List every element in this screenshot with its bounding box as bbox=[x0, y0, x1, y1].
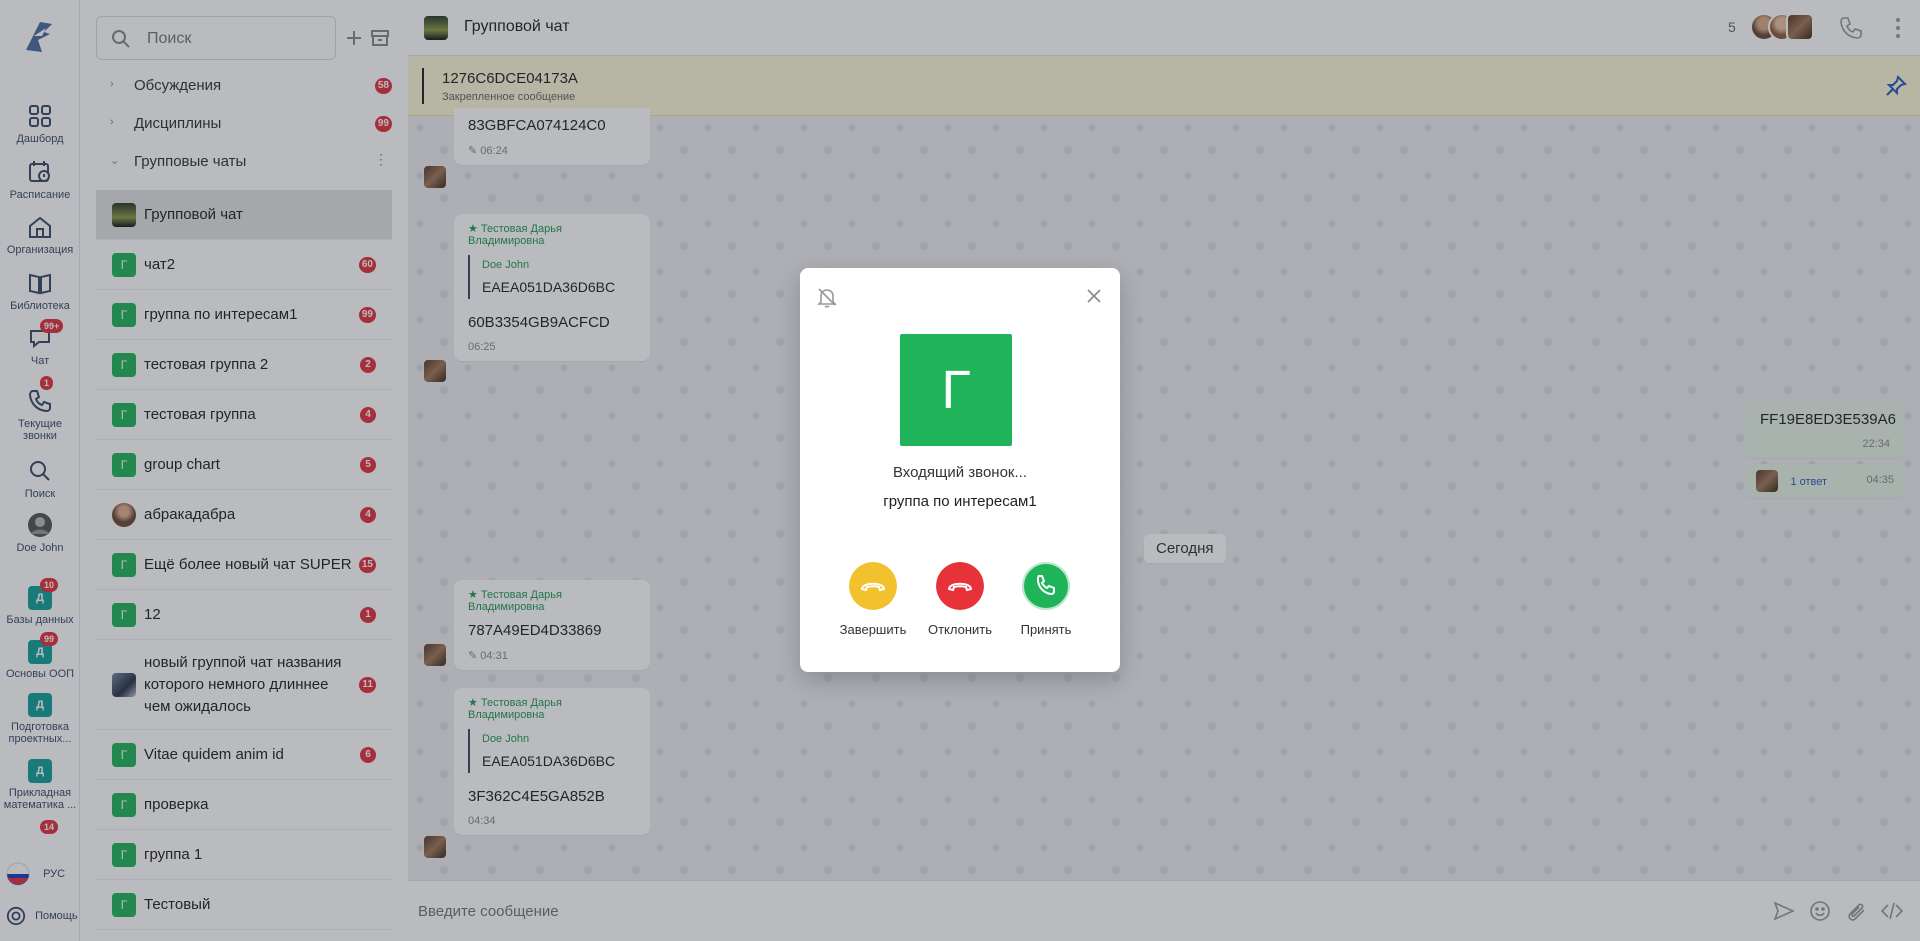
hang-up-icon bbox=[849, 562, 897, 610]
incoming-call-dialog: Г Входящий звонок... группа по интересам… bbox=[800, 268, 1120, 672]
close-icon[interactable] bbox=[1086, 288, 1102, 304]
button-label: Принять bbox=[1020, 622, 1072, 637]
bell-off-icon[interactable] bbox=[816, 286, 838, 308]
decline-call-button[interactable]: Отклонить bbox=[917, 562, 1003, 637]
accept-call-button[interactable]: Принять bbox=[1003, 562, 1089, 637]
caller-name: группа по интересам1 bbox=[883, 493, 1037, 510]
hang-up-icon bbox=[936, 562, 984, 610]
end-call-button[interactable]: Завершить bbox=[830, 562, 916, 637]
app-root: Дашборд Расписание Организация Библиотек… bbox=[0, 0, 1920, 941]
phone-icon bbox=[1022, 562, 1070, 610]
button-label: Завершить bbox=[839, 622, 907, 637]
incoming-call-label: Входящий звонок... bbox=[892, 464, 1028, 481]
caller-avatar: Г bbox=[900, 334, 1012, 446]
button-label: Отклонить bbox=[927, 622, 993, 637]
